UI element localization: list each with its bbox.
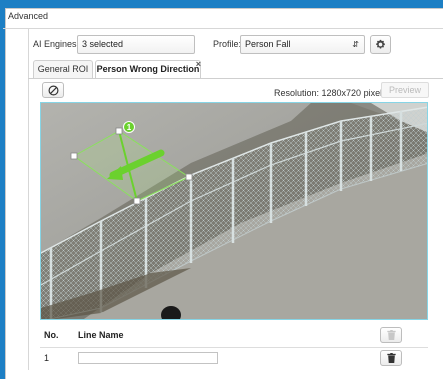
line-name-input[interactable] (78, 352, 218, 364)
profile-label: Profile: (213, 39, 242, 49)
col-no: No. (44, 330, 59, 340)
preview-button[interactable]: Preview (381, 82, 429, 98)
tab-person-wrong-direction-label: Person Wrong Direction (96, 64, 200, 74)
section-title: Advanced (8, 11, 49, 21)
profile-select[interactable]: Person Fall ⇵ (240, 35, 365, 54)
ai-engines-label: AI Engines: (33, 39, 80, 49)
tab-general-roi[interactable]: General ROI (33, 60, 93, 78)
tab-person-wrong-direction[interactable]: Person Wrong Direction × (95, 59, 201, 79)
trash-icon (386, 353, 396, 363)
clear-drawing-button[interactable] (42, 82, 64, 98)
tab-general-roi-label: General ROI (37, 64, 89, 74)
line-badge: 1 (127, 123, 132, 132)
trash-icon (386, 330, 396, 340)
cancel-icon (48, 85, 58, 95)
ai-engines-value: 3 selected (82, 39, 124, 49)
select-arrows-icon: ⇵ (352, 40, 359, 49)
delete-all-button[interactable] (380, 327, 402, 343)
resolution-text: Resolution: 1280x720 pixel (274, 88, 383, 98)
camera-view[interactable]: 1 (40, 102, 428, 320)
gear-icon (376, 39, 385, 49)
profile-settings-button[interactable] (370, 35, 391, 54)
ai-engines-select[interactable]: 3 selected (77, 35, 195, 54)
camera-scene: 1 (41, 103, 427, 319)
close-icon[interactable]: × (196, 56, 201, 73)
tab-underline (28, 78, 443, 79)
col-line-name: Line Name (78, 330, 124, 340)
delete-line-button[interactable] (380, 350, 402, 366)
table-row-number: 1 (44, 353, 50, 363)
profile-value: Person Fall (245, 39, 291, 49)
line-table-header: No. Line Name (40, 323, 428, 348)
